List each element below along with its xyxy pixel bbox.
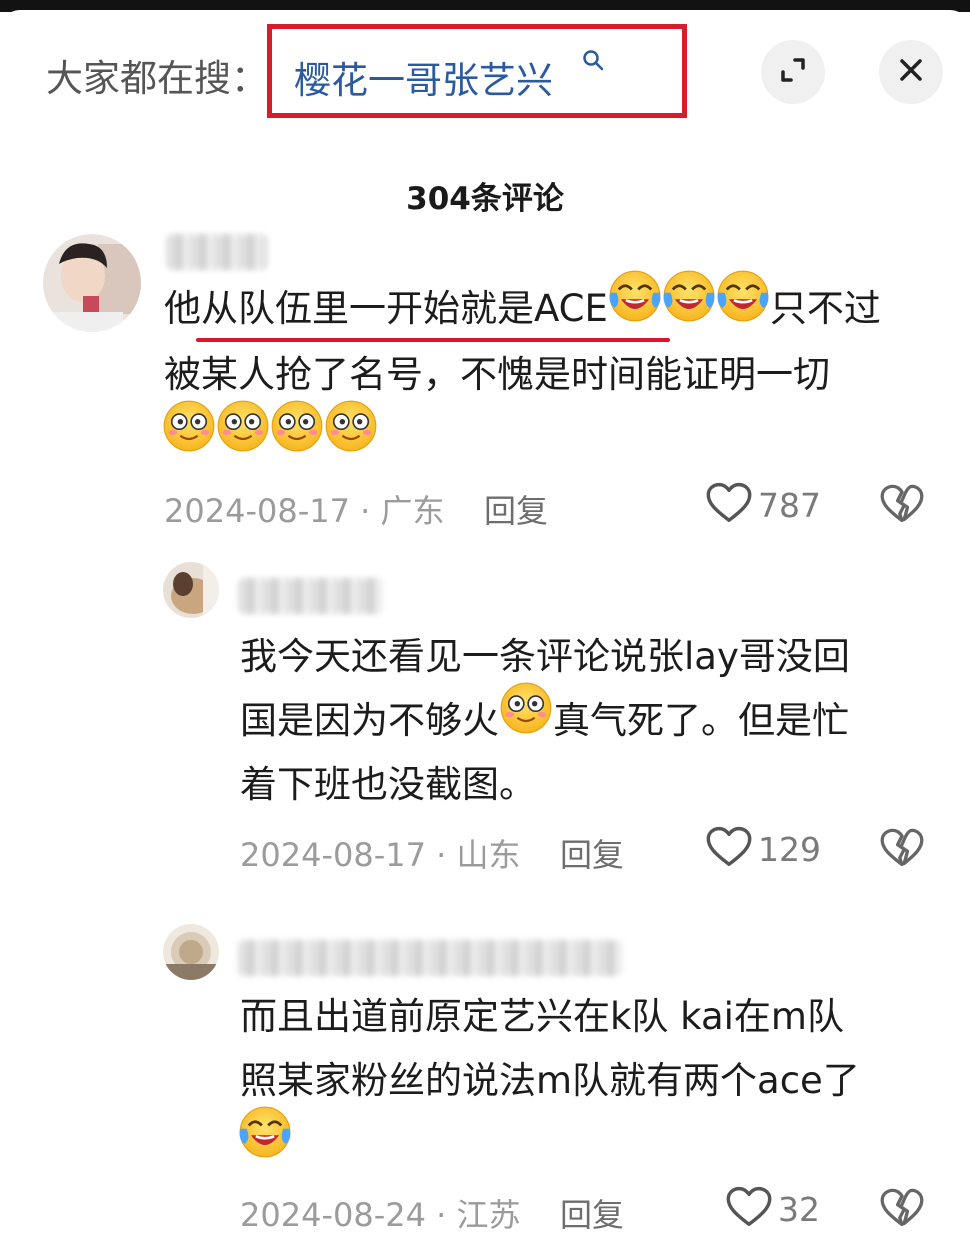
dislike-button[interactable] <box>880 484 924 528</box>
expand-button[interactable] <box>761 40 825 104</box>
avatar[interactable] <box>43 234 141 332</box>
close-button[interactable] <box>879 40 943 104</box>
heart-icon <box>706 826 752 872</box>
laugh-cry-emoji <box>662 269 716 344</box>
date-location: 2024-08-17 · 广东 <box>164 492 445 530</box>
smile-emoji <box>162 399 216 474</box>
smile-emoji <box>270 399 324 474</box>
laugh-cry-emoji <box>716 269 770 344</box>
heart-icon <box>706 482 752 528</box>
username-blurred[interactable] <box>166 234 268 270</box>
trending-search-link[interactable]: 樱花一哥张艺兴 <box>267 24 687 118</box>
reply-button[interactable]: 回复 <box>560 830 624 876</box>
broken-heart-icon <box>880 509 924 528</box>
dislike-button[interactable] <box>880 828 924 872</box>
emoji-row <box>162 406 378 474</box>
like-button[interactable]: 129 <box>706 826 821 872</box>
like-button[interactable]: 32 <box>726 1186 820 1232</box>
comment-text: 而且出道前原定艺兴在k队 kai在m队 <box>240 995 844 1038</box>
search-term: 樱花一哥张艺兴 <box>294 59 553 102</box>
comment-text: 他从队伍里一开始就是ACE 只不过 <box>164 276 881 344</box>
dislike-button[interactable] <box>880 1188 924 1232</box>
smile-emoji <box>216 399 270 474</box>
broken-heart-icon <box>880 1213 924 1232</box>
like-count: 787 <box>758 485 821 525</box>
like-button[interactable]: 787 <box>706 482 821 528</box>
close-icon <box>896 55 926 89</box>
comment-text: 着下班也没截图。 <box>240 763 536 806</box>
comment-text: 国是因为不够火 真气死了。但是忙 <box>240 688 849 756</box>
avatar[interactable] <box>163 924 219 980</box>
comment-count: 304条评论 <box>406 181 564 217</box>
date-location: 2024-08-17 · 山东 <box>240 836 521 874</box>
smile-emoji <box>324 399 378 474</box>
like-count: 129 <box>758 829 821 869</box>
comment-text: 照某家粉丝的说法m队就有两个ace了 <box>240 1059 860 1102</box>
search-icon <box>582 49 604 75</box>
reply-button[interactable]: 回复 <box>560 1190 624 1236</box>
username-blurred[interactable] <box>238 940 622 976</box>
emoji-row <box>238 1112 292 1180</box>
broken-heart-icon <box>880 853 924 872</box>
smile-emoji <box>499 681 553 756</box>
like-count: 32 <box>778 1189 820 1229</box>
date-location: 2024-08-24 · 江苏 <box>240 1196 521 1234</box>
username-blurred[interactable] <box>238 578 382 614</box>
trending-search-label: 大家都在搜： <box>46 57 268 100</box>
reply-button[interactable]: 回复 <box>484 486 548 532</box>
expand-icon <box>777 54 809 90</box>
laugh-cry-emoji <box>238 1105 292 1180</box>
heart-icon <box>726 1186 772 1232</box>
avatar[interactable] <box>163 562 219 618</box>
laugh-cry-emoji <box>608 269 662 344</box>
